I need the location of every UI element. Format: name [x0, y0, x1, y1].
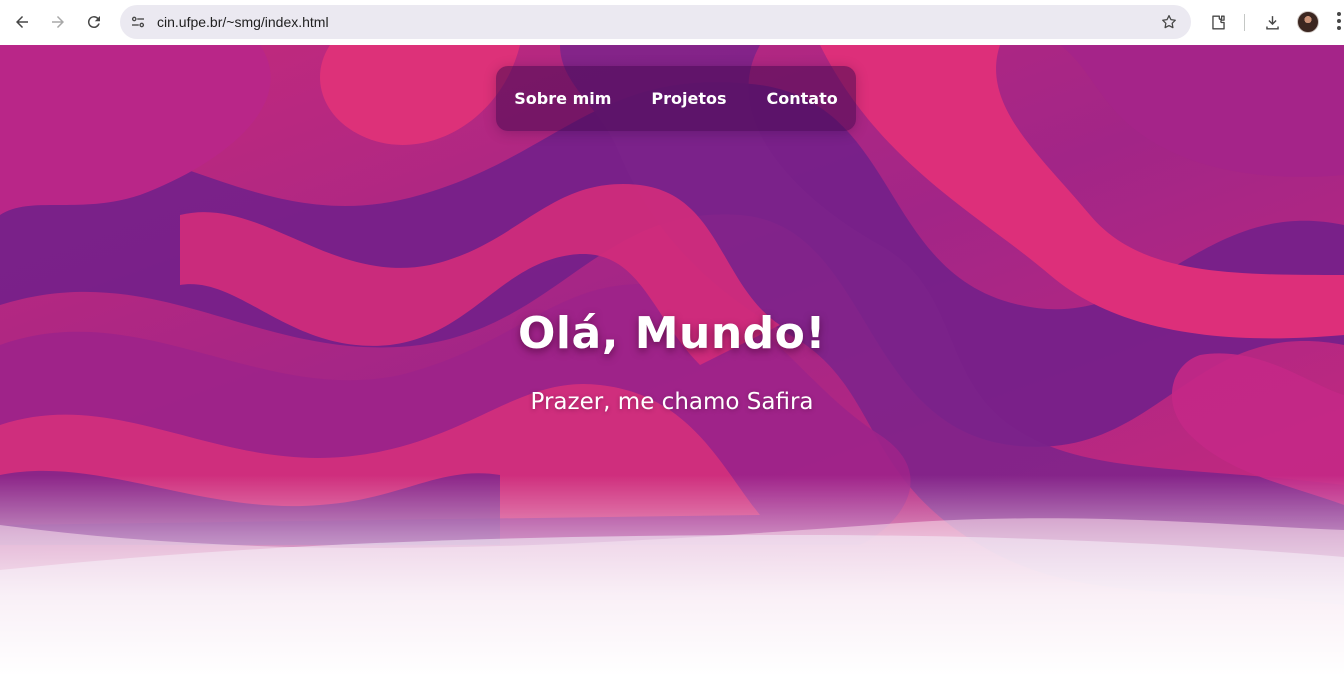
bottom-fade	[0, 475, 1344, 676]
main-nav: Sobre mim Projetos Contato	[496, 66, 856, 131]
reload-icon	[87, 16, 100, 29]
kebab-menu-icon[interactable]	[1334, 10, 1344, 34]
hero-subtitle: Prazer, me chamo Safira	[530, 389, 814, 415]
toolbar-divider	[1244, 14, 1245, 31]
hero-title: Olá, Mundo!	[518, 308, 826, 359]
download-icon	[1265, 15, 1279, 30]
nav-link-projetos[interactable]: Projetos	[651, 89, 726, 108]
download-button[interactable]	[1258, 8, 1286, 36]
reload-button[interactable]	[80, 8, 108, 36]
extensions-icon	[1211, 14, 1225, 30]
back-button[interactable]	[8, 8, 36, 36]
back-arrow-icon	[16, 16, 28, 28]
hero-section: Sobre mim Projetos Contato Olá, Mundo! P…	[0, 45, 1344, 676]
url-text[interactable]: cin.ufpe.br/~smg/index.html	[157, 14, 329, 30]
site-info-icon	[131, 16, 145, 28]
address-bar[interactable]: cin.ufpe.br/~smg/index.html	[120, 5, 1191, 39]
browser-toolbar: cin.ufpe.br/~smg/index.html	[0, 0, 1344, 45]
bookmark-star-icon	[1162, 14, 1176, 29]
bookmark-button[interactable]	[1155, 8, 1183, 36]
forward-arrow-icon	[52, 16, 64, 28]
forward-button[interactable]	[44, 8, 72, 36]
profile-avatar[interactable]	[1297, 11, 1319, 33]
nav-link-sobre-mim[interactable]: Sobre mim	[514, 89, 611, 108]
nav-link-contato[interactable]: Contato	[767, 89, 838, 108]
site-info-button[interactable]	[124, 8, 152, 36]
extensions-button[interactable]	[1204, 8, 1232, 36]
